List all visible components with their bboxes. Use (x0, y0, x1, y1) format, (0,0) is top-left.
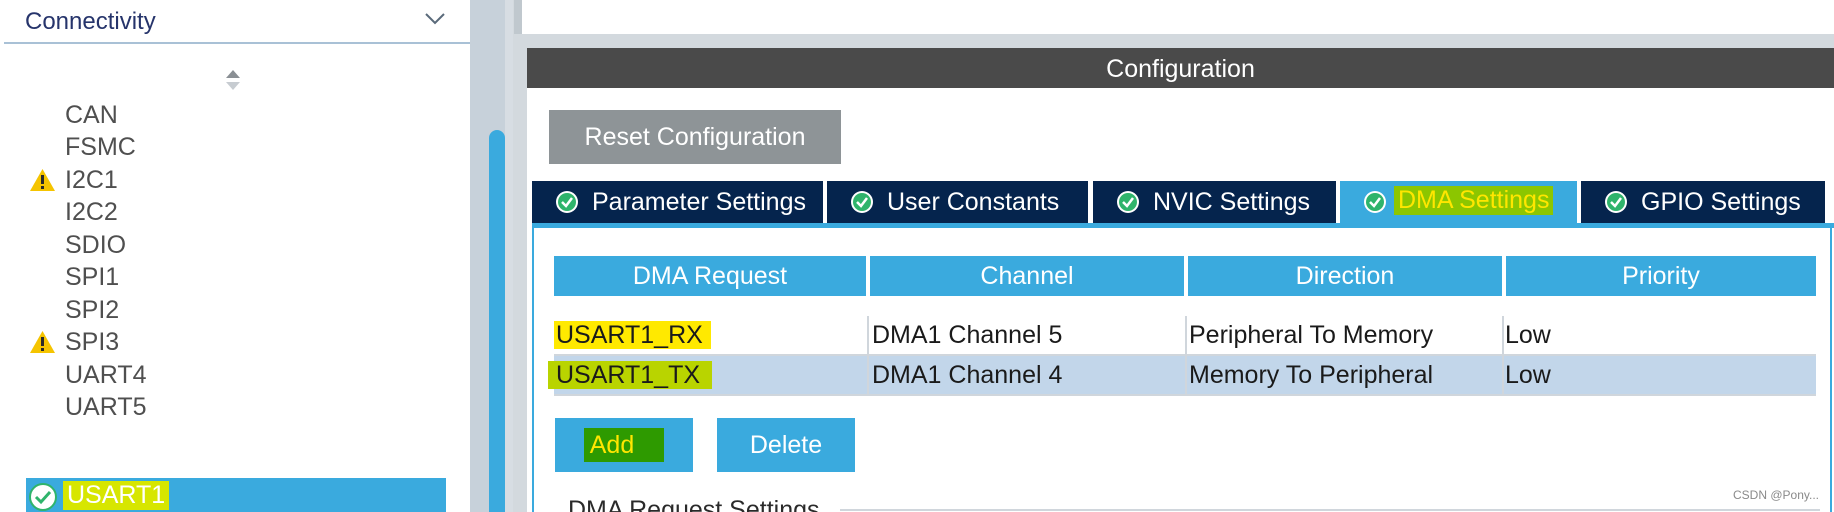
peripheral-label: UART5 (65, 393, 147, 421)
section-divider (840, 509, 1820, 511)
reset-configuration-button[interactable]: Reset Configuration (549, 110, 841, 164)
dma-request-cell: USART1_RX (554, 316, 711, 354)
tab-label: NVIC Settings (1153, 188, 1311, 216)
add-button[interactable]: Add (555, 418, 693, 472)
column-divider (1502, 316, 1504, 396)
peripheral-label: I2C1 (65, 166, 118, 194)
peripheral-item-spi3[interactable]: SPI3 (26, 324, 446, 360)
check-circle-icon (1364, 191, 1386, 213)
dma-request-cell: USART1_TX (548, 356, 713, 394)
channel-cell: DMA1 Channel 5 (872, 321, 1063, 349)
channel-cell: DMA1 Channel 4 (872, 361, 1063, 389)
peripheral-item-i2c1[interactable]: I2C1 (26, 162, 446, 198)
panel-divider[interactable] (505, 0, 513, 512)
sort-icon[interactable] (224, 68, 242, 92)
tab-label: User Constants (887, 188, 1060, 216)
dma-request-settings-title: DMA Request Settings (568, 496, 820, 512)
category-title: Connectivity (25, 8, 156, 35)
peripheral-label: SPI3 (65, 328, 120, 356)
chevron-down-icon[interactable] (423, 10, 447, 28)
tab-parameter-settings[interactable]: Parameter Settings (532, 181, 823, 223)
column-header-priority[interactable]: Priority (1506, 256, 1816, 296)
add-button-label: Add (583, 428, 665, 462)
tab-gpio-settings[interactable]: GPIO Settings (1581, 181, 1825, 223)
tab-label: Parameter Settings (592, 188, 806, 216)
top-pane (514, 0, 1834, 34)
peripheral-item-sdio[interactable]: SDIO (26, 227, 446, 263)
tab-dma-settings[interactable]: DMA Settings (1340, 181, 1577, 223)
tab-user-constants[interactable]: User Constants (827, 181, 1088, 223)
peripheral-item-spi1[interactable]: SPI1 (26, 259, 446, 295)
peripheral-label: CAN (65, 101, 118, 129)
peripheral-sidebar: Connectivity CAN FSMC I2C1 I2C2 SDIO SPI… (0, 0, 470, 512)
check-circle-icon (29, 483, 57, 511)
peripheral-label: SPI1 (65, 263, 120, 291)
check-circle-icon (1117, 191, 1139, 213)
peripheral-label: SPI2 (65, 296, 120, 324)
tab-label: GPIO Settings (1641, 188, 1801, 216)
column-divider (867, 316, 869, 396)
direction-cell: Memory To Peripheral (1189, 361, 1434, 389)
check-circle-icon (556, 191, 578, 213)
category-header[interactable]: Connectivity (4, 0, 470, 44)
configuration-title: Configuration (1106, 55, 1255, 83)
peripheral-label: SDIO (65, 231, 127, 259)
warning-icon (30, 331, 55, 353)
warning-icon (30, 169, 55, 191)
column-divider (1185, 316, 1187, 396)
column-header-direction[interactable]: Direction (1188, 256, 1502, 296)
peripheral-label: I2C2 (65, 198, 118, 226)
peripheral-item-i2c2[interactable]: I2C2 (26, 194, 446, 230)
direction-cell: Peripheral To Memory (1189, 321, 1434, 349)
peripheral-item-uart4[interactable]: UART4 (26, 357, 446, 393)
peripheral-item-can[interactable]: CAN (26, 97, 446, 133)
check-circle-icon (851, 191, 873, 213)
priority-cell: Low (1505, 321, 1551, 349)
watermark: CSDN @Pony... (1733, 488, 1819, 502)
peripheral-item-spi2[interactable]: SPI2 (26, 292, 446, 328)
tab-label: DMA Settings (1394, 186, 1554, 215)
column-header-dma-request[interactable]: DMA Request (554, 256, 866, 296)
dma-request-value: USART1_TX (548, 361, 713, 389)
column-header-channel[interactable]: Channel (870, 256, 1184, 296)
peripheral-label: FSMC (65, 133, 136, 161)
peripheral-label: USART1 (63, 481, 170, 510)
configuration-header: Configuration (527, 48, 1834, 88)
delete-button[interactable]: Delete (717, 418, 855, 472)
check-circle-icon (1605, 191, 1627, 213)
dma-request-value: USART1_RX (554, 321, 711, 349)
peripheral-item-usart1[interactable]: USART1 (26, 478, 446, 512)
peripheral-item-fsmc[interactable]: FSMC (26, 129, 446, 165)
tab-nvic-settings[interactable]: NVIC Settings (1093, 181, 1336, 223)
peripheral-label: UART4 (65, 361, 147, 389)
peripheral-item-uart5[interactable]: UART5 (26, 389, 446, 425)
priority-cell: Low (1505, 361, 1551, 389)
sidebar-scrollbar[interactable] (489, 130, 505, 512)
